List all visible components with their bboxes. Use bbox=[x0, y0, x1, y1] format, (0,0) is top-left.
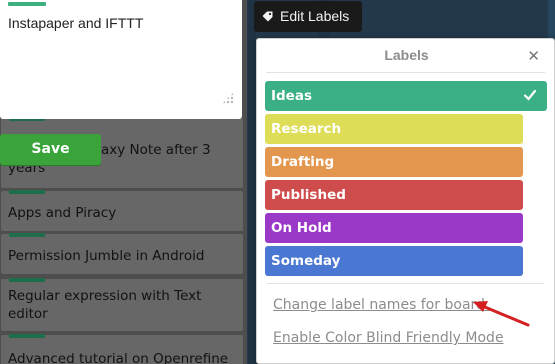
tag-icon bbox=[262, 11, 273, 22]
list-card[interactable]: Advanced tutorial on Openrefine bbox=[1, 334, 243, 364]
edit-labels-button[interactable]: Edit Labels bbox=[254, 1, 362, 32]
label-name: Drafting bbox=[271, 154, 335, 170]
card-label-bar bbox=[9, 190, 45, 194]
label-option-drafting[interactable]: Drafting bbox=[265, 147, 523, 177]
list-card[interactable]: Permission Jumble in Android bbox=[1, 233, 243, 274]
card-edit-textarea[interactable]: Instapaper and IFTTT bbox=[0, 0, 242, 119]
label-option-research[interactable]: Research bbox=[265, 114, 523, 144]
card-label-bar bbox=[8, 2, 46, 6]
card-label-bar bbox=[9, 334, 45, 338]
label-name: Someday bbox=[271, 253, 341, 269]
label-option-ideas[interactable]: Ideas bbox=[265, 81, 547, 111]
card-title: Permission Jumble in Android bbox=[8, 248, 205, 264]
color-blind-mode-link[interactable]: Enable Color Blind Friendly Mode bbox=[273, 330, 504, 346]
board-divider bbox=[248, 0, 256, 364]
card-label-bar bbox=[9, 233, 45, 237]
divider bbox=[266, 72, 545, 73]
card-title: Apps and Piracy bbox=[8, 205, 117, 221]
card-label-bar bbox=[9, 278, 45, 282]
card-title: Regular expression with Text editor bbox=[8, 288, 202, 322]
label-name: On Hold bbox=[271, 220, 332, 236]
label-name: Ideas bbox=[271, 88, 312, 104]
label-option-published[interactable]: Published bbox=[265, 180, 523, 210]
save-button[interactable]: Save bbox=[0, 134, 101, 165]
label-option-on-hold[interactable]: On Hold bbox=[265, 213, 523, 243]
resize-grip-icon[interactable] bbox=[222, 92, 234, 104]
label-name: Research bbox=[271, 121, 342, 137]
popover-title: Labels bbox=[384, 47, 429, 63]
card-title: axy Note after 3 bbox=[101, 142, 211, 158]
card-edit-text: Instapaper and IFTTT bbox=[8, 15, 144, 31]
change-label-names-link[interactable]: Change label names for board. bbox=[273, 297, 489, 313]
annotation-arrow-icon bbox=[473, 301, 530, 327]
card-title: Advanced tutorial on Openrefine bbox=[8, 351, 229, 364]
list-card[interactable]: Regular expression with Text editor bbox=[1, 278, 243, 331]
check-icon bbox=[523, 89, 537, 101]
label-option-someday[interactable]: Someday bbox=[265, 246, 523, 276]
divider bbox=[267, 283, 544, 284]
close-icon[interactable]: ✕ bbox=[527, 48, 540, 64]
list-card[interactable]: Apps and Piracy bbox=[1, 190, 243, 231]
label-name: Published bbox=[271, 187, 346, 203]
edit-labels-label: Edit Labels bbox=[280, 8, 350, 24]
